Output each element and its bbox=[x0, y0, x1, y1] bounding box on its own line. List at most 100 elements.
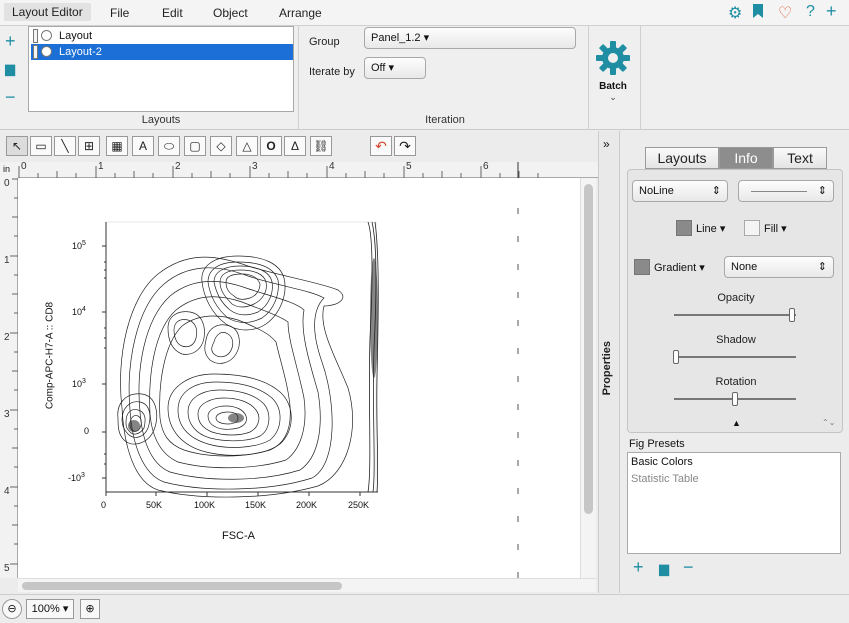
zoom-dropdown[interactable]: 100% ▾ bbox=[26, 599, 74, 619]
layout-bullet-icon bbox=[41, 30, 52, 41]
layout-canvas[interactable]: 0 50K 100K 150K 200K 250K 105 104 103 0 … bbox=[18, 178, 580, 578]
preset-folder-icon[interactable]: ▆ bbox=[659, 561, 669, 577]
rounded-rect-tool-icon[interactable]: ▢ bbox=[184, 136, 206, 156]
gradient-dropdown[interactable]: None ⇕ bbox=[724, 256, 834, 278]
opacity-slider-knob[interactable] bbox=[789, 308, 796, 322]
x-tick-label: 200K bbox=[296, 500, 318, 510]
x-tick-label: 250K bbox=[348, 500, 370, 510]
add-preset-icon[interactable]: + bbox=[633, 557, 644, 578]
triangle-tool-icon[interactable]: △ bbox=[236, 136, 258, 156]
fill-color-swatch[interactable] bbox=[744, 220, 760, 236]
tab-info[interactable]: Info bbox=[719, 147, 773, 169]
folder-icon[interactable]: ▆ bbox=[5, 60, 15, 78]
drag-handle-icon[interactable] bbox=[33, 45, 38, 59]
ellipse-tool-icon[interactable]: ⬭ bbox=[158, 136, 180, 156]
y-tick-label: 105 bbox=[72, 240, 86, 251]
preset-item[interactable]: Basic Colors bbox=[631, 456, 693, 468]
divider bbox=[298, 26, 299, 130]
bookmark-icon[interactable] bbox=[752, 3, 764, 24]
zoom-fit-icon[interactable]: ⊕ bbox=[80, 599, 100, 619]
rectangle-tool-icon[interactable]: ▭ bbox=[30, 136, 52, 156]
info-pane: NoLine ⇕ ⇕ Line ▾ Fill ▾ Gradient ▾ None ⇕… bbox=[627, 169, 843, 433]
scroll-thumb[interactable] bbox=[22, 582, 342, 590]
menu-object[interactable]: Object bbox=[213, 6, 248, 20]
menu-bar: Layout Editor File Edit Object Arrange ⚙… bbox=[0, 0, 849, 26]
grid-tool-icon[interactable]: ▦ bbox=[106, 136, 128, 156]
properties-strip[interactable]: » Properties bbox=[598, 131, 620, 593]
fill-color-menu[interactable]: Fill ▾ bbox=[764, 222, 787, 235]
remove-layout-icon[interactable]: − bbox=[5, 88, 16, 106]
menu-file[interactable]: File bbox=[110, 6, 129, 20]
line-color-menu[interactable]: Line ▾ bbox=[696, 222, 725, 235]
menu-arrange[interactable]: Arrange bbox=[279, 6, 322, 20]
scroll-thumb[interactable] bbox=[584, 184, 593, 514]
presets-label: Fig Presets bbox=[629, 438, 685, 450]
x-tick-label: 100K bbox=[194, 500, 216, 510]
layouts-list: Layout Layout-2 bbox=[28, 26, 294, 112]
select-tool-icon[interactable]: ↖ bbox=[6, 136, 28, 156]
collapse-icon[interactable]: ▲ bbox=[732, 418, 741, 428]
line-color-swatch[interactable] bbox=[676, 220, 692, 236]
shadow-label: Shadow bbox=[716, 334, 756, 346]
rotation-slider-knob[interactable] bbox=[732, 392, 738, 406]
expand-icon[interactable]: » bbox=[603, 137, 610, 151]
add-layout-icon[interactable]: + bbox=[5, 32, 16, 50]
vertical-scrollbar[interactable] bbox=[580, 178, 596, 578]
opacity-slider[interactable] bbox=[674, 314, 796, 316]
properties-panel: Layouts Info Text NoLine ⇕ ⇕ Line ▾ Fill … bbox=[621, 131, 849, 593]
tab-layouts[interactable]: Layouts bbox=[645, 147, 719, 169]
delta-tool-icon[interactable]: Δ bbox=[284, 136, 306, 156]
ruler-ticks bbox=[18, 162, 539, 178]
y-axis-label: Comp-APC-H7-A :: CD8 bbox=[44, 301, 56, 410]
line-style-dropdown[interactable]: NoLine ⇕ bbox=[632, 180, 728, 202]
line-tool-icon[interactable]: ╲ bbox=[54, 136, 76, 156]
diamond-tool-icon[interactable]: ◇ bbox=[210, 136, 232, 156]
y-tick-label: 104 bbox=[72, 306, 86, 317]
contour-plot[interactable] bbox=[18, 178, 580, 578]
line-width-dropdown[interactable]: ⇕ bbox=[738, 180, 834, 202]
ruler-top: 0 1 2 3 4 5 6 bbox=[18, 161, 598, 178]
undo-icon[interactable]: ↶ bbox=[370, 136, 392, 156]
zoom-out-icon[interactable]: ⊖ bbox=[2, 599, 22, 619]
iterate-by-label: Iterate by bbox=[309, 66, 355, 78]
x-tick-label: 0 bbox=[101, 500, 107, 510]
gear-icon[interactable]: ⚙ bbox=[728, 3, 742, 23]
tab-text[interactable]: Text bbox=[773, 147, 827, 169]
x-axis-label: FSC-A bbox=[222, 530, 255, 542]
x-tick-label: 50K bbox=[146, 500, 163, 510]
heart-icon[interactable]: ♡ bbox=[778, 3, 792, 23]
batch-button[interactable]: Batch ⌄ bbox=[590, 40, 636, 103]
circle-tool-icon[interactable]: O bbox=[260, 136, 282, 156]
plus-icon[interactable]: + bbox=[826, 1, 837, 22]
drag-handle-icon[interactable] bbox=[33, 29, 38, 43]
layout-item-selected[interactable]: Layout-2 bbox=[31, 44, 293, 60]
divider bbox=[640, 26, 641, 130]
layout-item[interactable]: Layout bbox=[31, 28, 293, 44]
remove-preset-icon[interactable]: − bbox=[683, 557, 694, 578]
help-icon[interactable]: ? bbox=[806, 3, 815, 21]
link-tool-icon[interactable]: ⛓ bbox=[310, 136, 332, 156]
redo-icon[interactable]: ↷ bbox=[394, 136, 416, 156]
text-tool-icon[interactable]: A bbox=[132, 136, 154, 156]
iterate-by-dropdown[interactable]: Off ▾ bbox=[364, 57, 426, 79]
ribbon: + ▆ − Layout Layout-2 Layouts Group Pane… bbox=[0, 26, 849, 130]
ruler-left: 0 1 2 3 4 5 bbox=[0, 178, 18, 578]
menu-layout-editor[interactable]: Layout Editor bbox=[4, 3, 91, 21]
table-tool-icon[interactable]: ⊞ bbox=[78, 136, 100, 156]
gradient-menu[interactable]: Gradient ▾ bbox=[654, 261, 705, 274]
layouts-group-label: Layouts bbox=[141, 114, 181, 126]
shadow-slider-knob[interactable] bbox=[673, 350, 680, 364]
group-dropdown[interactable]: Panel_1.2 ▾ bbox=[364, 27, 576, 49]
menu-edit[interactable]: Edit bbox=[162, 6, 183, 20]
group-field-label: Group bbox=[309, 36, 340, 48]
preset-item[interactable]: Statistic Table bbox=[631, 473, 699, 485]
gradient-color-swatch[interactable] bbox=[634, 259, 650, 275]
horizontal-scrollbar[interactable] bbox=[18, 578, 596, 592]
drawing-toolbar: ↖ ▭ ╲ ⊞ ▦ A ⬭ ▢ ◇ △ O Δ ⛓ ↶ ↷ bbox=[0, 131, 598, 161]
x-tick-label: 150K bbox=[245, 500, 267, 510]
batch-gear-icon bbox=[596, 41, 630, 75]
shadow-slider[interactable] bbox=[674, 356, 796, 358]
y-tick-label: 103 bbox=[72, 378, 86, 389]
resize-handle-icon[interactable]: ⌃⌄ bbox=[822, 418, 835, 427]
divider bbox=[588, 26, 589, 130]
